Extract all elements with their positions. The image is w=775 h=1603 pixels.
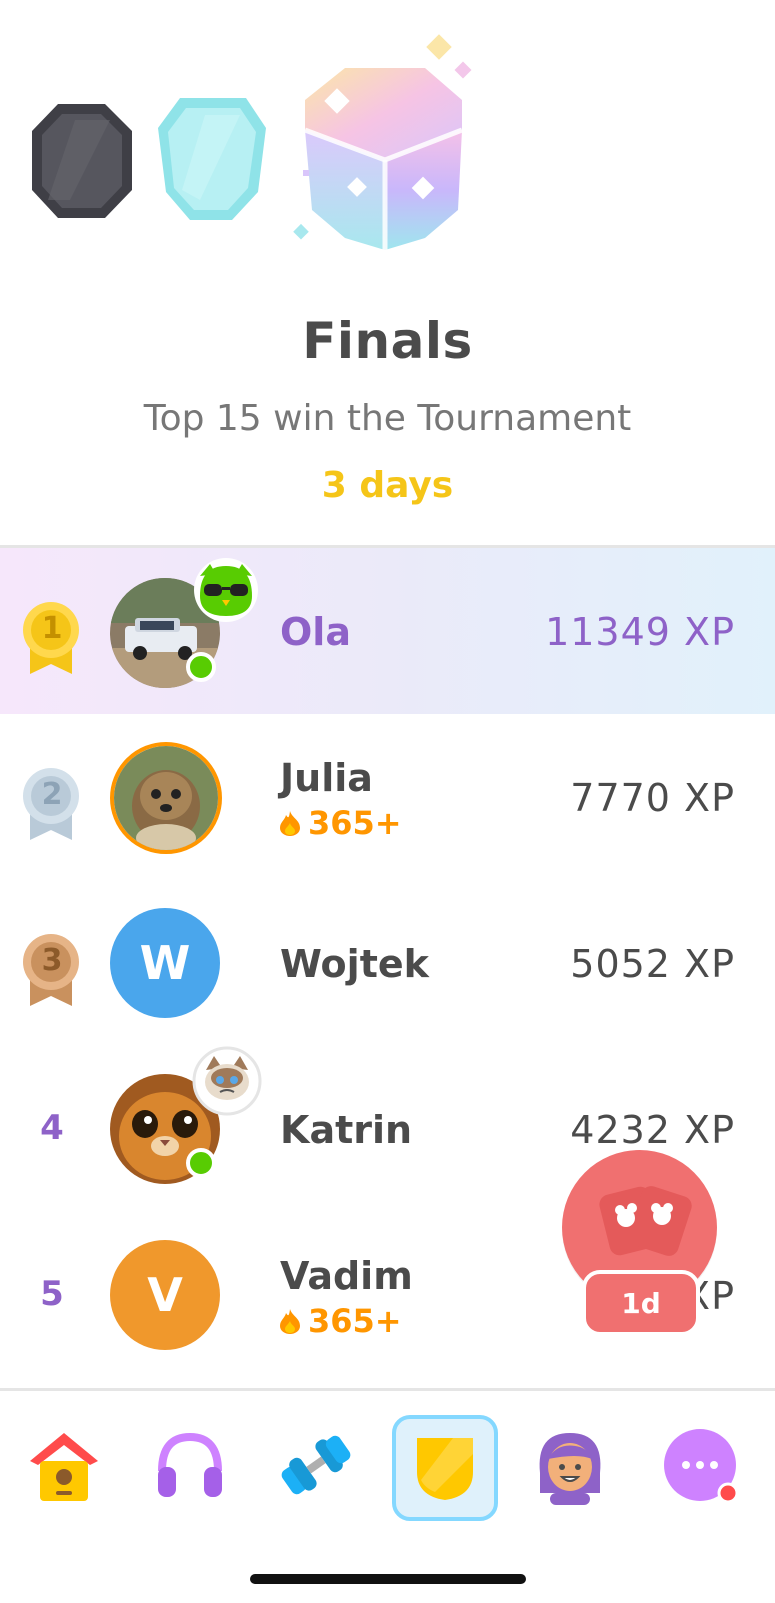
rank-number: 1 — [41, 611, 63, 646]
obsidian-badge-icon — [32, 104, 132, 218]
streak-value: 365+ — [308, 1302, 402, 1340]
user-xp: 5052 XP — [570, 942, 735, 986]
tab-stories[interactable] — [140, 1415, 240, 1515]
leaderboard-row-1[interactable]: 1 Ola 11349 XP — [0, 548, 775, 714]
league-badges — [0, 0, 775, 300]
league-subtitle: Top 15 win the Tournament — [143, 398, 632, 439]
dog-photo — [114, 746, 218, 850]
bottom-tab-bar — [0, 1388, 775, 1603]
league-title: Finals — [302, 312, 473, 370]
flame-icon — [280, 1309, 300, 1334]
user-name: Ola — [280, 610, 351, 654]
online-indicator — [186, 1148, 216, 1178]
more-icon — [664, 1429, 739, 1504]
tab-home[interactable] — [14, 1415, 114, 1515]
rank-number: 2 — [41, 777, 63, 812]
user-name: Julia — [280, 756, 373, 800]
user-name: Katrin — [280, 1108, 413, 1152]
user-name: Vadim — [280, 1254, 413, 1298]
tournament-gem-icon — [293, 34, 472, 250]
avatar[interactable]: V — [110, 1240, 220, 1350]
shield-icon — [417, 1438, 473, 1500]
streak-count: 365+ — [278, 804, 402, 842]
time-remaining: 3 days — [321, 465, 454, 506]
home-icon — [30, 1433, 98, 1501]
rank-number: 3 — [41, 943, 63, 978]
tab-leaderboards[interactable] — [392, 1415, 498, 1521]
avatar[interactable]: W — [110, 908, 220, 1018]
profile-icon — [539, 1433, 601, 1505]
leaderboard-row-2[interactable]: 2 Julia 365+ 7770 XP — [0, 714, 775, 880]
tab-practice[interactable] — [266, 1415, 366, 1515]
league-badges-graphic — [32, 34, 472, 250]
friend-quest-timer[interactable]: 1d — [582, 1270, 700, 1336]
flame-icon — [280, 811, 300, 836]
tab-profile[interactable] — [520, 1415, 620, 1515]
tab-more[interactable] — [650, 1415, 750, 1515]
user-xp: 11349 XP — [545, 610, 735, 654]
dumbbell-icon — [281, 1435, 351, 1495]
rank-number: 5 — [40, 1274, 64, 1314]
headphones-icon — [158, 1432, 222, 1497]
streak-value: 365+ — [308, 804, 402, 842]
rank-number: 4 — [40, 1108, 64, 1148]
home-indicator[interactable] — [250, 1574, 526, 1584]
leaderboard-row-3[interactable]: 3 W Wojtek 5052 XP — [0, 880, 775, 1046]
streak-count: 365+ — [278, 1302, 402, 1340]
owl-sunglasses-icon — [194, 558, 258, 622]
avatar[interactable] — [110, 742, 222, 854]
diamond-badge-icon — [158, 98, 266, 220]
online-indicator — [186, 652, 216, 682]
user-xp: 4232 XP — [570, 1108, 735, 1152]
grumpy-cat-icon — [192, 1046, 262, 1116]
user-name: Wojtek — [280, 942, 429, 986]
user-xp: 7770 XP — [570, 776, 735, 820]
